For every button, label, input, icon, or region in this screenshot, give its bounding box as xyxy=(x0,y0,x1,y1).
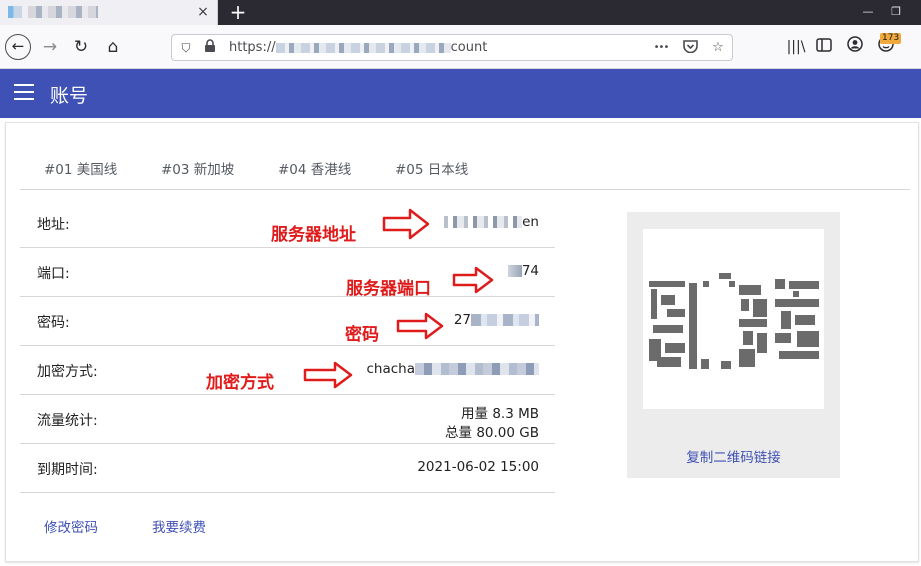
password-row: 密码: 27 xyxy=(20,297,555,346)
traffic-row: 流量统计: 用量 8.3 MB 总量 80.00 GB xyxy=(20,395,555,444)
address-redacted xyxy=(444,216,523,228)
sidebar-icon[interactable] xyxy=(811,34,837,60)
tab-server-01[interactable]: #01 美国线 xyxy=(44,158,117,178)
encryption-value: chacha xyxy=(366,361,539,377)
url-redacted xyxy=(275,42,451,53)
arrow-icon xyxy=(303,361,353,389)
expiry-value: 2021-06-02 15:00 xyxy=(417,459,539,475)
minimize-icon[interactable]: — xyxy=(860,4,876,20)
tab-close-icon[interactable]: × xyxy=(195,3,211,21)
tab-server-03[interactable]: #03 新加坡 xyxy=(161,158,234,178)
back-button[interactable]: ← xyxy=(5,34,31,60)
arrow-icon xyxy=(452,266,494,294)
home-button[interactable]: ⌂ xyxy=(100,34,126,60)
port-value: 74 xyxy=(507,263,539,279)
new-tab-button[interactable]: + xyxy=(228,1,248,23)
qr-code[interactable] xyxy=(643,229,824,409)
traffic-used: 用量 8.3 MB xyxy=(461,406,539,422)
browser-tab[interactable]: × xyxy=(0,0,218,25)
qr-panel: 复制二维码链接 xyxy=(627,212,840,478)
annotation-server-port: 服务器端口 xyxy=(346,279,431,299)
renew-button[interactable]: 我要续费 xyxy=(152,516,206,536)
password-label: 密码: xyxy=(37,315,70,331)
encryption-redacted xyxy=(415,363,539,375)
encryption-row: 加密方式: chacha xyxy=(20,346,555,395)
browser-toolbar: ← → ↻ ⌂ ⛉ https:// count ••• ☆ |||\ xyxy=(0,25,921,69)
encryption-label: 加密方式: xyxy=(37,364,98,380)
annotation-server-address: 服务器地址 xyxy=(271,225,356,245)
password-value: 27 xyxy=(454,312,539,328)
url-prefix: https:// xyxy=(229,40,276,55)
expiry-row: 到期时间: 2021-06-02 15:00 xyxy=(20,444,555,493)
port-label: 端口: xyxy=(37,266,70,282)
tab-favicon xyxy=(8,6,22,18)
arrow-icon xyxy=(396,312,444,340)
app-bar: 账号 xyxy=(0,69,921,118)
annotation-encryption: 加密方式 xyxy=(206,373,274,393)
restore-icon[interactable]: ❐ xyxy=(888,4,904,20)
address-label: 地址: xyxy=(37,217,70,233)
library-icon[interactable]: |||\ xyxy=(783,34,809,60)
shield-icon[interactable]: ⛉ xyxy=(178,39,194,57)
lock-icon[interactable] xyxy=(202,39,218,57)
page-title: 账号 xyxy=(50,85,89,107)
traffic-total: 总量 80.00 GB xyxy=(445,425,539,441)
address-value: en xyxy=(444,214,539,230)
account-icon[interactable] xyxy=(842,34,868,60)
annotation-password: 密码 xyxy=(345,325,379,345)
tab-server-05[interactable]: #05 日本线 xyxy=(395,158,468,178)
server-tabs: #01 美国线 #03 新加坡 #04 香港线 #05 日本线 xyxy=(20,150,910,190)
password-redacted xyxy=(471,314,539,326)
expiry-label: 到期时间: xyxy=(37,462,98,478)
arrow-icon xyxy=(382,208,430,240)
traffic-label: 流量统计: xyxy=(37,413,98,429)
change-password-button[interactable]: 修改密码 xyxy=(44,516,98,536)
forward-button[interactable]: → xyxy=(37,34,63,60)
tab-title-redacted xyxy=(28,6,98,18)
copy-qr-link-button[interactable]: 复制二维码链接 xyxy=(627,446,840,466)
menu-icon[interactable] xyxy=(14,84,34,102)
reload-button[interactable]: ↻ xyxy=(68,34,94,60)
tab-server-04[interactable]: #04 香港线 xyxy=(278,158,351,178)
browser-tab-strip: × + — ❐ xyxy=(0,0,921,25)
bookmark-star-icon[interactable]: ☆ xyxy=(709,39,727,57)
extension-badge: 173 xyxy=(880,33,902,44)
port-redacted xyxy=(507,265,522,277)
url-suffix: count xyxy=(450,40,488,55)
url-bar[interactable]: ⛉ https:// count ••• ☆ xyxy=(171,34,733,61)
page-actions-icon[interactable]: ••• xyxy=(652,39,670,57)
pocket-icon[interactable] xyxy=(681,39,699,57)
url-text[interactable]: https:// count xyxy=(229,40,487,55)
